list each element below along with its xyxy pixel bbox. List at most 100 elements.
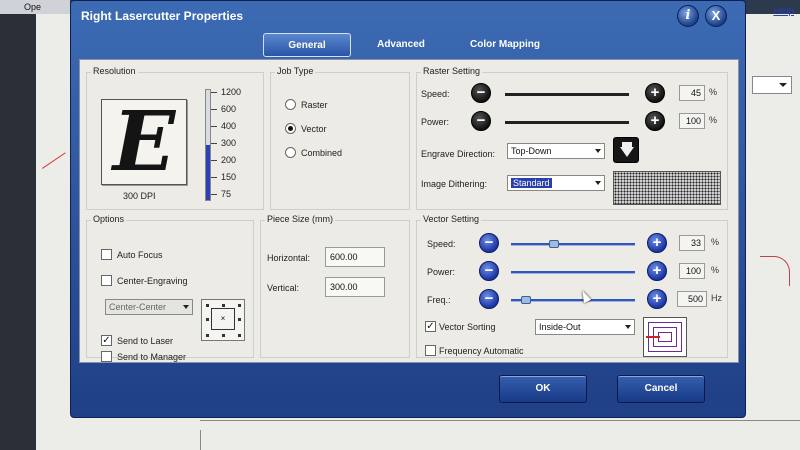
dialog-titlebar[interactable]: Right Lasercutter Properties i X bbox=[71, 1, 745, 31]
position-icon: × bbox=[201, 299, 245, 341]
piece-size-group: Piece Size (mm) Horizontal: 600.00 Verti… bbox=[260, 214, 410, 358]
send-to-manager-label: Send to Manager bbox=[117, 352, 187, 362]
position-center-mark: × bbox=[211, 308, 235, 330]
horizontal-input[interactable]: 600.00 bbox=[325, 247, 385, 267]
raster-setting-label: Raster Setting bbox=[421, 66, 483, 76]
vector-freq-label: Freq.: bbox=[427, 295, 451, 305]
vector-power-unit: % bbox=[711, 265, 720, 275]
preview-letter: E bbox=[112, 94, 176, 190]
vertical-input[interactable]: 300.00 bbox=[325, 277, 385, 297]
engrave-direction-label: Engrave Direction: bbox=[421, 149, 496, 159]
vector-freq-slider-thumb[interactable] bbox=[521, 296, 531, 304]
inside-out-icon bbox=[643, 317, 687, 357]
vector-speed-label: Speed: bbox=[427, 239, 456, 249]
tick-600: 600 bbox=[211, 104, 236, 114]
background-dropdown[interactable] bbox=[752, 76, 792, 94]
raster-power-value[interactable]: 100 bbox=[679, 113, 705, 129]
vector-radio[interactable] bbox=[285, 123, 296, 134]
tick-400: 400 bbox=[211, 121, 236, 131]
tab-general[interactable]: General bbox=[263, 33, 351, 57]
vector-sorting-checkbox[interactable] bbox=[425, 321, 436, 332]
vector-speed-increase-button[interactable]: + bbox=[647, 233, 667, 253]
resolution-label: Resolution bbox=[91, 66, 138, 76]
raster-speed-increase-button[interactable]: + bbox=[645, 83, 665, 103]
resolution-slider-fill bbox=[206, 145, 210, 200]
help-icon[interactable]: i bbox=[677, 5, 699, 27]
dithering-preview bbox=[613, 171, 721, 205]
engrave-direction-select[interactable]: Top-Down bbox=[507, 143, 605, 159]
frequency-automatic-checkbox[interactable] bbox=[425, 345, 436, 356]
raster-speed-slider[interactable] bbox=[505, 93, 629, 96]
tick-200: 200 bbox=[211, 155, 236, 165]
send-to-laser-checkbox[interactable] bbox=[101, 335, 112, 346]
job-type-group: Job Type Raster Vector Combined bbox=[270, 66, 410, 210]
vector-speed-slider-thumb[interactable] bbox=[548, 240, 559, 248]
piece-size-label: Piece Size (mm) bbox=[265, 214, 336, 224]
arrow-down-icon[interactable] bbox=[613, 137, 639, 163]
general-panel: Resolution E 300 DPI 1200 600 400 300 20… bbox=[79, 59, 739, 363]
auto-focus-label: Auto Focus bbox=[117, 250, 163, 260]
resolution-group: Resolution E 300 DPI 1200 600 400 300 20… bbox=[86, 66, 264, 210]
vector-freq-unit: Hz bbox=[711, 293, 722, 303]
dpi-label: 300 DPI bbox=[123, 191, 156, 201]
background-help-link[interactable]: Help bbox=[773, 6, 794, 17]
ok-button[interactable]: OK bbox=[499, 375, 587, 403]
vector-sorting-select[interactable]: Inside-Out bbox=[535, 319, 635, 335]
background-divider bbox=[200, 420, 800, 421]
vector-power-increase-button[interactable]: + bbox=[647, 261, 667, 281]
background-open-tab[interactable]: Ope bbox=[0, 0, 70, 14]
frequency-automatic-label: Frequency Automatic bbox=[439, 346, 524, 356]
vector-speed-value[interactable]: 33 bbox=[679, 235, 705, 251]
tick-1200: 1200 bbox=[211, 87, 241, 97]
image-dithering-select[interactable]: Standard bbox=[507, 175, 605, 191]
vector-speed-slider[interactable] bbox=[511, 243, 635, 246]
raster-setting-group: Raster Setting Speed: − + 45 % Power: − … bbox=[416, 66, 728, 210]
tick-300: 300 bbox=[211, 138, 236, 148]
vector-power-decrease-button[interactable]: − bbox=[479, 261, 499, 281]
raster-radio[interactable] bbox=[285, 99, 296, 110]
vector-power-slider[interactable] bbox=[511, 271, 635, 274]
raster-speed-value[interactable]: 45 bbox=[679, 85, 705, 101]
raster-speed-label: Speed: bbox=[421, 89, 450, 99]
raster-power-decrease-button[interactable]: − bbox=[471, 111, 491, 131]
combined-radio[interactable] bbox=[285, 147, 296, 158]
options-label: Options bbox=[91, 214, 127, 224]
raster-radio-label: Raster bbox=[301, 100, 328, 110]
center-engraving-checkbox[interactable] bbox=[101, 275, 112, 286]
center-engraving-label: Center-Engraving bbox=[117, 276, 188, 286]
center-mode-select[interactable]: Center-Center bbox=[105, 299, 193, 315]
raster-speed-unit: % bbox=[709, 87, 718, 97]
vector-freq-decrease-button[interactable]: − bbox=[479, 289, 499, 309]
raster-power-unit: % bbox=[709, 115, 718, 125]
cancel-button[interactable]: Cancel bbox=[617, 375, 705, 403]
send-to-laser-label: Send to Laser bbox=[117, 336, 174, 346]
vertical-label: Vertical: bbox=[267, 283, 300, 293]
combined-radio-label: Combined bbox=[301, 148, 343, 158]
background-curve bbox=[760, 256, 790, 286]
raster-power-increase-button[interactable]: + bbox=[645, 111, 665, 131]
job-type-label: Job Type bbox=[275, 66, 316, 76]
tab-bar: General Advanced Color Mapping bbox=[71, 31, 745, 59]
tab-color-mapping[interactable]: Color Mapping bbox=[451, 33, 559, 57]
send-to-manager-checkbox[interactable] bbox=[101, 351, 112, 362]
image-dithering-value: Standard bbox=[511, 178, 552, 188]
properties-dialog: Right Lasercutter Properties i X General… bbox=[70, 0, 746, 418]
resolution-preview: E bbox=[101, 99, 187, 185]
tick-150: 150 bbox=[211, 172, 236, 182]
tab-advanced[interactable]: Advanced bbox=[363, 33, 439, 57]
vector-speed-unit: % bbox=[711, 237, 720, 247]
close-icon[interactable]: X bbox=[705, 5, 727, 27]
vector-speed-decrease-button[interactable]: − bbox=[479, 233, 499, 253]
vector-power-value[interactable]: 100 bbox=[679, 263, 705, 279]
vector-freq-value[interactable]: 500 bbox=[677, 291, 707, 307]
background-divider bbox=[200, 430, 201, 450]
image-dithering-label: Image Dithering: bbox=[421, 179, 488, 189]
horizontal-label: Horizontal: bbox=[267, 253, 311, 263]
raster-power-slider[interactable] bbox=[505, 121, 629, 124]
vector-setting-label: Vector Setting bbox=[421, 214, 482, 224]
raster-speed-decrease-button[interactable]: − bbox=[471, 83, 491, 103]
options-group: Options Auto Focus Center-Engraving Cent… bbox=[86, 214, 254, 362]
vector-freq-increase-button[interactable]: + bbox=[647, 289, 667, 309]
dialog-title: Right Lasercutter Properties bbox=[81, 9, 244, 23]
auto-focus-checkbox[interactable] bbox=[101, 249, 112, 260]
